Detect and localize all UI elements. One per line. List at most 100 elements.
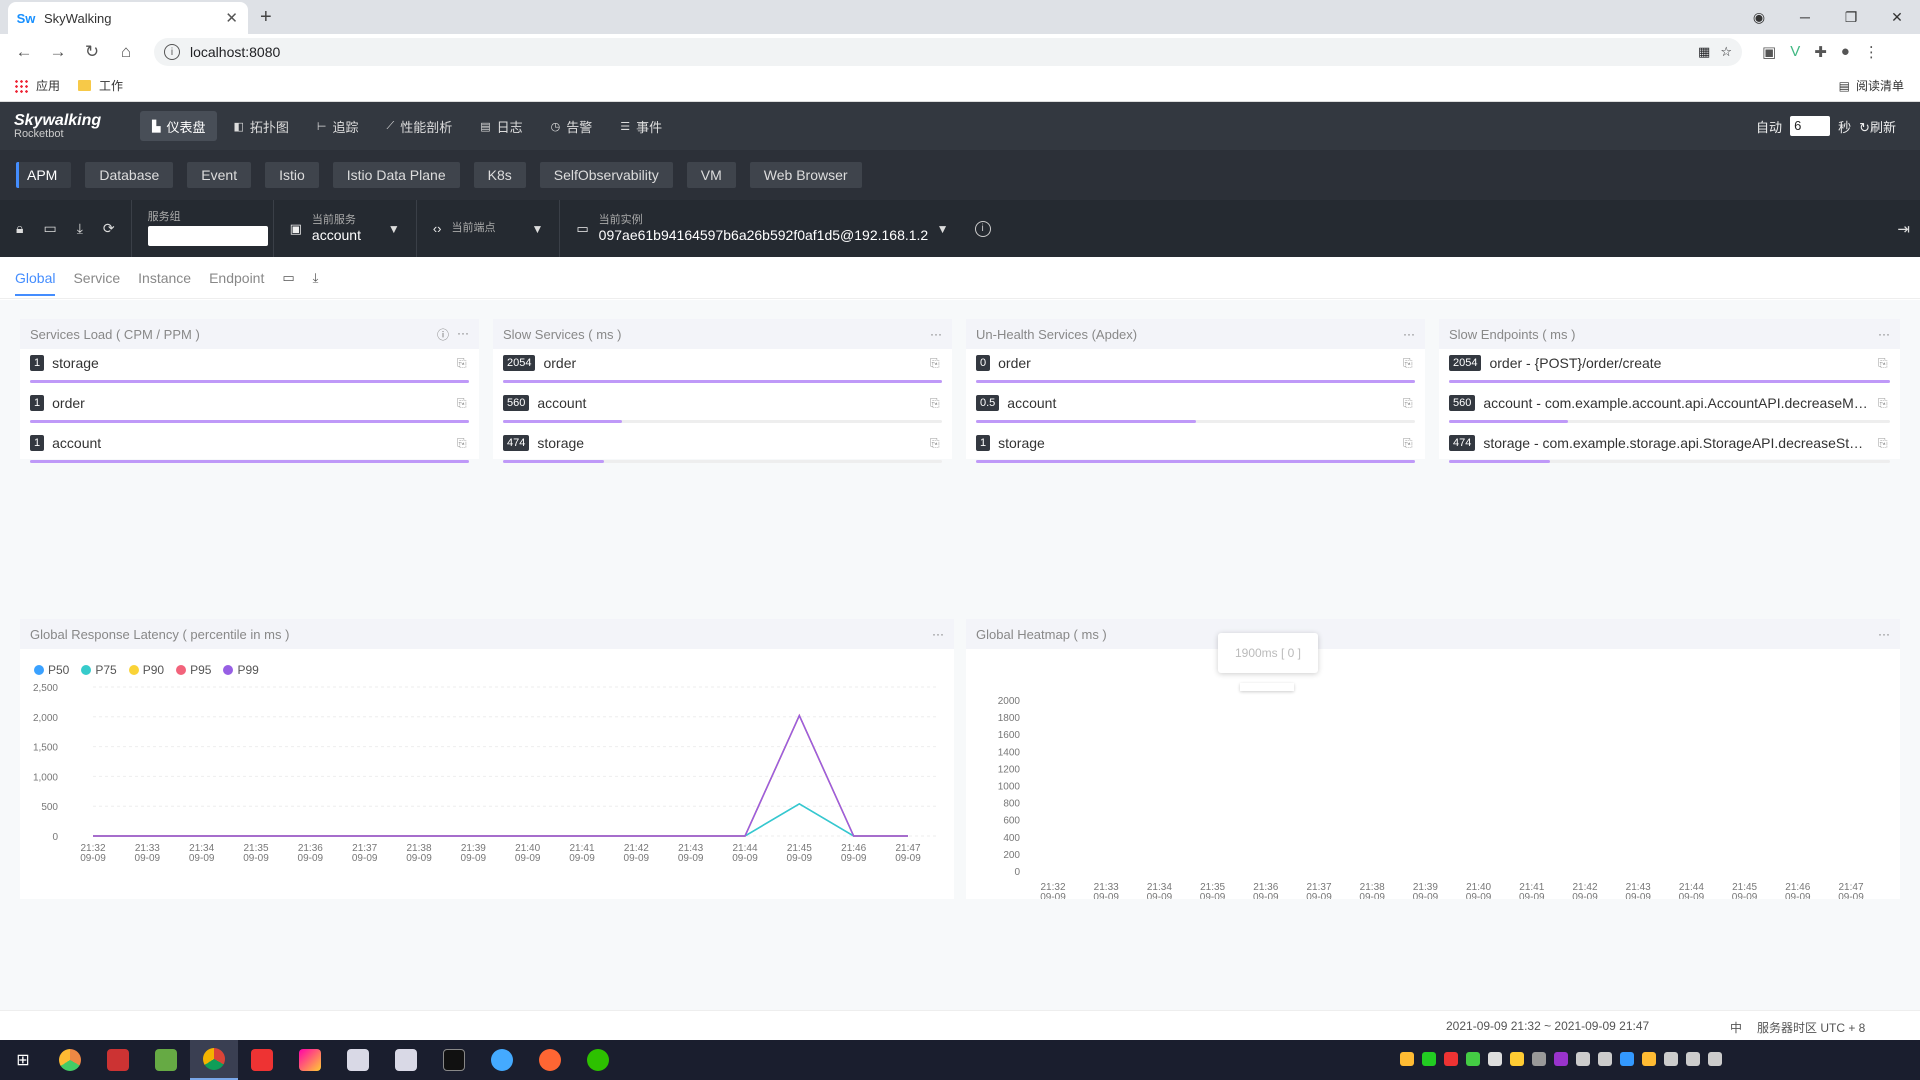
interval-input[interactable]: 6 — [1790, 116, 1831, 136]
copy-icon[interactable]: ⎘ — [930, 356, 942, 371]
layer-tab-database[interactable]: Database — [85, 162, 174, 188]
copy-icon[interactable]: ⎘ — [1403, 436, 1415, 451]
nav-topology[interactable]: ◧ 拓扑图 — [221, 111, 300, 141]
tray-app-icon[interactable] — [1488, 1052, 1502, 1066]
close-window-button[interactable]: ✕ — [1874, 9, 1920, 26]
copy-icon[interactable]: ⎘ — [457, 396, 469, 411]
home-icon[interactable]: ⌂ — [112, 38, 140, 66]
back-arrow-icon[interactable]: ← — [10, 38, 38, 66]
minimize-button[interactable]: ─ — [1782, 9, 1828, 25]
omnibox[interactable]: i localhost:8080 ▦ ☆ — [154, 38, 1742, 66]
list-item[interactable]: 0 order ⎘ — [966, 349, 1425, 389]
tray-app-icon[interactable] — [1598, 1052, 1612, 1066]
instance-selector[interactable]: ▭ 当前实例 097ae61b94164597b6a26b592f0af1d5@… — [559, 200, 964, 257]
tray-bluetooth-icon[interactable] — [1620, 1052, 1634, 1066]
nav-trace[interactable]: ⊢ 追踪 — [305, 111, 371, 141]
layer-tab-apm[interactable]: APM — [16, 162, 72, 188]
tab-endpoint[interactable]: Endpoint — [209, 270, 264, 286]
taskbar-app-postman[interactable] — [526, 1040, 574, 1080]
site-info-icon[interactable]: i — [164, 44, 180, 60]
legend-item[interactable]: P90 — [128, 663, 164, 677]
legend-item[interactable]: P75 — [81, 663, 117, 677]
auto-label[interactable]: 自动 — [1756, 117, 1782, 136]
nav-profile[interactable]: ⟋ 性能剖析 — [375, 111, 465, 141]
info-icon[interactable]: i — [974, 220, 991, 237]
language-toggle[interactable]: 中 — [1730, 1019, 1742, 1036]
tray-app-icon[interactable] — [1554, 1052, 1568, 1066]
windows-start-icon[interactable]: ⊞ — [0, 1040, 46, 1080]
tab-service[interactable]: Service — [73, 270, 120, 286]
more-icon[interactable]: ··· — [1403, 327, 1415, 341]
layer-tab-web-browser[interactable]: Web Browser — [749, 162, 862, 188]
refresh-button[interactable]: ↻刷新 — [1859, 117, 1896, 136]
tray-app-icon[interactable] — [1532, 1052, 1546, 1066]
tray-app-icon[interactable] — [1466, 1052, 1480, 1066]
copy-icon[interactable]: ⎘ — [457, 436, 469, 451]
service-group-input[interactable] — [147, 226, 268, 247]
taskbar-app-idea[interactable] — [286, 1040, 334, 1080]
more-icon[interactable]: ··· — [457, 326, 469, 343]
layer-tab-istio[interactable]: Istio — [265, 162, 319, 188]
list-item[interactable]: 474 storage - com.example.storage.api.Sto… — [1439, 429, 1900, 469]
extension-icon[interactable]: ▣ — [1762, 43, 1776, 61]
profile-avatar-icon[interactable]: ● — [1841, 43, 1850, 61]
indent-icon[interactable]: ⇥ — [1897, 220, 1910, 238]
vue-devtools-icon[interactable]: V — [1790, 43, 1800, 61]
tray-network-icon[interactable] — [1686, 1052, 1700, 1066]
list-item[interactable]: 560 account ⎘ — [493, 389, 952, 429]
time-range[interactable]: 2021-09-09 21:32 ~ 2021-09-09 21:47 — [1446, 1019, 1649, 1033]
nav-dashboard[interactable]: ▙ 仪表盘 — [140, 111, 218, 141]
profile-download-icon[interactable]: ◉ — [1736, 9, 1782, 26]
taskbar-app-terminal[interactable] — [430, 1040, 478, 1080]
tray-qq-icon[interactable] — [1510, 1052, 1524, 1066]
taskbar-app-dict[interactable] — [238, 1040, 286, 1080]
bookmark-apps[interactable]: 应用 — [14, 77, 60, 94]
reload-icon[interactable]: ↻ — [78, 38, 106, 66]
copy-icon[interactable]: ⎘ — [1878, 396, 1890, 411]
skywalking-logo[interactable]: Skywalking Rocketbot — [0, 112, 130, 140]
tray-volume-icon[interactable] — [1708, 1052, 1722, 1066]
list-item[interactable]: 2054 order - {POST}/order/create ⎘ — [1439, 349, 1900, 389]
nav-alarm[interactable]: ◷ 告警 — [539, 111, 605, 141]
taskbar-app-editor[interactable] — [94, 1040, 142, 1080]
tray-app-icon[interactable] — [1444, 1052, 1458, 1066]
taskbar-app-browser2[interactable] — [478, 1040, 526, 1080]
service-selector[interactable]: ▣ 当前服务 account ▼ — [272, 200, 416, 257]
copy-icon[interactable]: ⎘ — [1878, 436, 1890, 451]
taskbar-app-java-1[interactable] — [334, 1040, 382, 1080]
legend-item[interactable]: P95 — [176, 663, 211, 677]
taskbar-app-java-2[interactable] — [382, 1040, 430, 1080]
taskbar-app-notepad[interactable] — [142, 1040, 190, 1080]
sync-icon[interactable]: ⟳ — [103, 220, 115, 237]
copy-icon[interactable]: ⎘ — [1878, 356, 1890, 371]
info-icon[interactable]: ⓘ — [437, 326, 449, 343]
taskbar-app-chrome[interactable] — [190, 1040, 238, 1080]
reading-list[interactable]: ▤ 阅读清单 — [1839, 77, 1904, 94]
legend-item[interactable]: P50 — [34, 663, 69, 677]
layer-tab-selfobservability[interactable]: SelfObservability — [539, 162, 673, 188]
bookmark-work[interactable]: 工作 — [78, 77, 123, 94]
new-tab-button[interactable]: + — [260, 6, 272, 29]
close-tab-icon[interactable]: ✕ — [225, 9, 238, 27]
legend-item[interactable]: P99 — [223, 663, 259, 677]
tray-app-icon[interactable] — [1664, 1052, 1678, 1066]
list-item[interactable]: 474 storage ⎘ — [493, 429, 952, 469]
layer-tab-event[interactable]: Event — [187, 162, 252, 188]
more-icon[interactable]: ··· — [930, 327, 942, 341]
more-menu-icon[interactable]: ⋮ — [1864, 43, 1879, 61]
layer-tab-vm[interactable]: VM — [686, 162, 736, 188]
folder-icon[interactable]: ▭ — [282, 270, 294, 286]
lock-icon[interactable]: 🔒︎ — [16, 220, 23, 237]
list-item[interactable]: 0.5 account ⎘ — [966, 389, 1425, 429]
tray-security-icon[interactable] — [1642, 1052, 1656, 1066]
copy-icon[interactable]: ⎘ — [1403, 396, 1415, 411]
more-icon[interactable]: ··· — [1878, 627, 1890, 641]
url-text[interactable]: localhost:8080 — [190, 44, 1688, 60]
copy-icon[interactable]: ⎘ — [1403, 356, 1415, 371]
layer-tab-k8s[interactable]: K8s — [473, 162, 526, 188]
list-item[interactable]: 560 account - com.example.account.api.Acc… — [1439, 389, 1900, 429]
puzzle-extensions-icon[interactable]: ✚ — [1814, 43, 1827, 61]
tray-wechat-icon[interactable] — [1422, 1052, 1436, 1066]
qr-code-icon[interactable]: ▦ — [1698, 44, 1710, 60]
service-group-selector[interactable]: 服务组 — [130, 200, 273, 257]
